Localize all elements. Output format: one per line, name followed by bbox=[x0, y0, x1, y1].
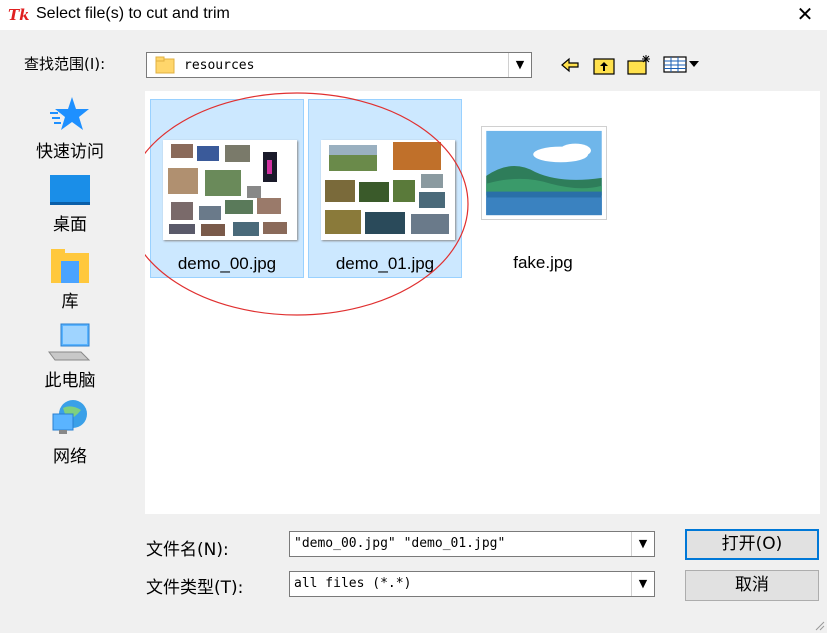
place-this-pc[interactable]: 此电脑 bbox=[20, 322, 120, 391]
resize-grip-icon[interactable] bbox=[813, 619, 825, 631]
desktop-icon bbox=[50, 175, 90, 205]
computer-icon bbox=[48, 323, 91, 361]
file-name: fake.jpg bbox=[513, 253, 573, 272]
file-item[interactable]: demo_00.jpg bbox=[150, 99, 304, 278]
place-label: 快速访问 bbox=[36, 142, 104, 162]
place-network[interactable]: 网络 bbox=[20, 398, 120, 467]
place-label: 网络 bbox=[53, 447, 87, 467]
place-desktop[interactable]: 桌面 bbox=[20, 172, 120, 235]
back-arrow-icon[interactable] bbox=[557, 54, 583, 78]
view-menu-icon[interactable] bbox=[662, 54, 702, 78]
place-label: 库 bbox=[61, 292, 79, 312]
file-item[interactable]: demo_01.jpg bbox=[308, 99, 462, 278]
library-icon bbox=[51, 249, 89, 283]
place-quick-access[interactable]: 快速访问 bbox=[20, 95, 120, 162]
chevron-down-icon[interactable]: ▼ bbox=[631, 532, 654, 556]
filename-label: 文件名(N): bbox=[146, 540, 229, 560]
place-label: 桌面 bbox=[53, 215, 87, 235]
new-folder-icon[interactable] bbox=[626, 54, 652, 78]
filename-combobox[interactable]: "demo_00.jpg" "demo_01.jpg" ▼ bbox=[289, 531, 655, 557]
star-icon bbox=[50, 97, 89, 130]
image-thumbnail bbox=[163, 140, 297, 240]
chevron-down-icon[interactable]: ▼ bbox=[631, 572, 654, 596]
cancel-button[interactable]: 取消 bbox=[685, 570, 819, 601]
folder-icon bbox=[155, 56, 175, 74]
filename-value[interactable]: "demo_00.jpg" "demo_01.jpg" bbox=[294, 536, 505, 551]
file-name: demo_00.jpg bbox=[177, 254, 277, 273]
up-folder-icon[interactable] bbox=[591, 54, 617, 78]
window-title: Select file(s) to cut and trim bbox=[36, 5, 230, 22]
image-thumbnail bbox=[321, 140, 455, 240]
look-in-label: 查找范围(I): bbox=[24, 55, 106, 73]
file-item[interactable]: fake.jpg bbox=[466, 99, 620, 278]
file-list-pane[interactable]: demo_00.jpg demo_01.jpg fake.jpg bbox=[145, 91, 820, 514]
image-thumbnail bbox=[481, 126, 607, 220]
filetype-value: all files (*.*) bbox=[294, 576, 412, 591]
network-icon bbox=[52, 400, 87, 434]
filetype-combobox[interactable]: all files (*.*) ▼ bbox=[289, 571, 655, 597]
chevron-down-icon[interactable]: ▼ bbox=[508, 53, 531, 77]
file-name: demo_01.jpg bbox=[335, 254, 435, 273]
place-label: 此电脑 bbox=[44, 371, 96, 391]
look-in-combobox[interactable]: resources ▼ bbox=[146, 52, 532, 78]
open-button[interactable]: 打开(O) bbox=[685, 529, 819, 560]
close-button[interactable]: ✕ bbox=[783, 0, 827, 30]
look-in-value: resources bbox=[184, 58, 255, 73]
place-library[interactable]: 库 bbox=[20, 247, 120, 312]
tk-app-icon: Tk bbox=[8, 6, 30, 24]
filetype-label: 文件类型(T): bbox=[146, 578, 244, 598]
title-bar: Tk Select file(s) to cut and trim ✕ bbox=[0, 0, 827, 30]
